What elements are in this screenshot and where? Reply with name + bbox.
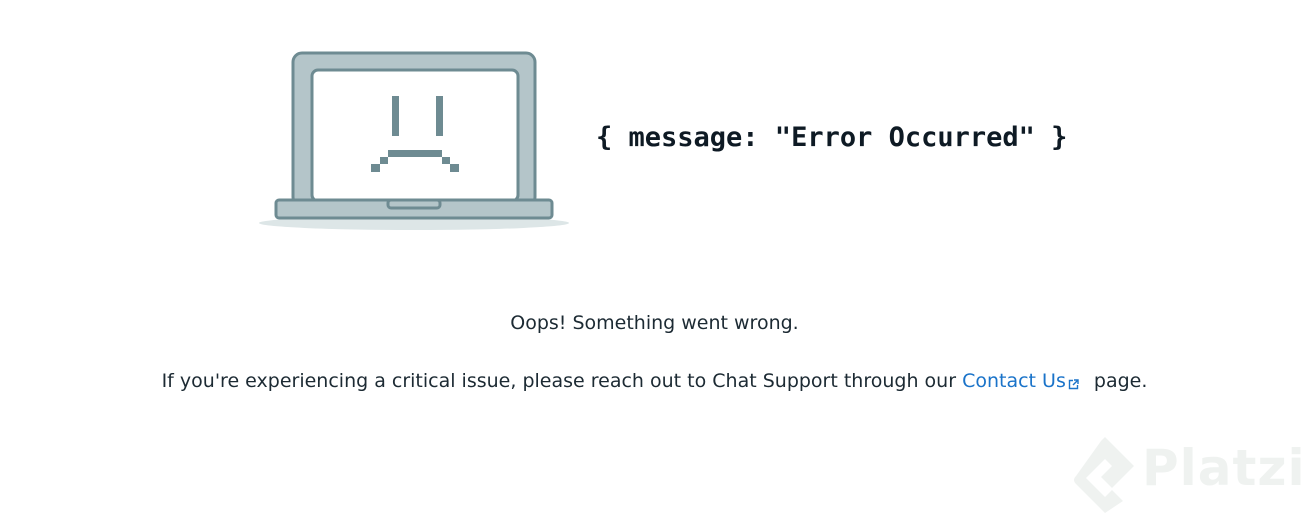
oops-message: Oops! Something went wrong. [510, 312, 799, 334]
sad-laptop-icon [258, 50, 571, 232]
contact-us-label: Contact Us [962, 370, 1066, 392]
support-message: If you're experiencing a critical issue,… [0, 370, 1309, 392]
platzi-logo-icon [1074, 437, 1134, 513]
support-text-before: If you're experiencing a critical issue,… [161, 370, 963, 392]
platzi-watermark: Platzi [1072, 433, 1309, 515]
contact-us-link[interactable]: Contact Us [962, 370, 1088, 392]
platzi-wordmark: Platzi [1142, 439, 1306, 497]
external-link-icon [1068, 373, 1079, 390]
support-text-after: page. [1087, 370, 1148, 392]
error-code-message: { message: "Error Occurred" } [596, 122, 1068, 153]
